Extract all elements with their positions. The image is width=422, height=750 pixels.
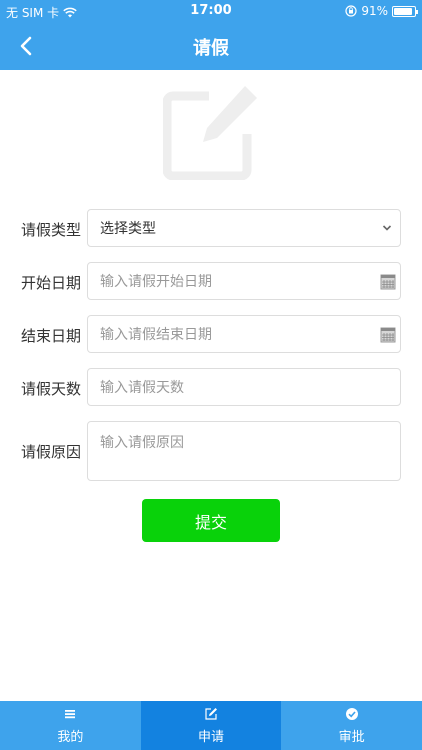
tab-mine-label: 我的 xyxy=(57,729,84,745)
tab-approve-label: 审批 xyxy=(338,729,365,745)
edit-icon xyxy=(205,707,217,720)
battery-label: 91% xyxy=(361,4,388,18)
reason-placeholder: 输入请假原因 xyxy=(100,435,184,451)
tab-bar: 我的 申请 审批 xyxy=(0,701,422,750)
reason-textarea[interactable]: 输入请假原因 xyxy=(87,421,401,481)
tab-apply-label: 申请 xyxy=(198,729,225,745)
type-label: 请假类型 xyxy=(21,221,82,239)
reason-label: 请假原因 xyxy=(21,443,82,461)
type-select[interactable]: 选择类型 xyxy=(87,209,401,247)
end-date-label: 结束日期 xyxy=(21,327,82,345)
tab-apply[interactable]: 申请 xyxy=(140,701,282,750)
days-input[interactable]: 输入请假天数 xyxy=(87,368,401,406)
chevron-down-icon xyxy=(382,225,392,231)
days-label: 请假天数 xyxy=(21,380,82,398)
days-placeholder: 输入请假天数 xyxy=(100,380,184,396)
start-date-input[interactable]: 输入请假开始日期 xyxy=(87,262,401,300)
status-bar: 无 SIM 卡 17:00 91% xyxy=(0,0,422,22)
calendar-icon[interactable] xyxy=(380,274,396,290)
end-date-input[interactable]: 输入请假结束日期 xyxy=(87,315,401,353)
type-select-value: 选择类型 xyxy=(100,221,156,237)
start-date-placeholder: 输入请假开始日期 xyxy=(100,274,212,290)
menu-icon xyxy=(65,709,76,718)
tab-approve[interactable]: 审批 xyxy=(281,701,422,750)
start-date-label: 开始日期 xyxy=(21,274,82,292)
page-title: 请假 xyxy=(193,38,229,59)
calendar-icon[interactable] xyxy=(380,327,396,343)
submit-button[interactable]: 提交 xyxy=(142,499,280,542)
rotation-lock-icon xyxy=(345,5,357,17)
tab-mine[interactable]: 我的 xyxy=(0,701,141,750)
status-right: 91% xyxy=(345,4,418,18)
edit-icon xyxy=(162,84,259,181)
check-circle-icon xyxy=(345,707,358,720)
battery-fill xyxy=(394,7,413,15)
battery-icon xyxy=(392,5,418,17)
end-date-placeholder: 输入请假结束日期 xyxy=(100,327,212,343)
nav-bar: 请假 xyxy=(0,22,422,70)
